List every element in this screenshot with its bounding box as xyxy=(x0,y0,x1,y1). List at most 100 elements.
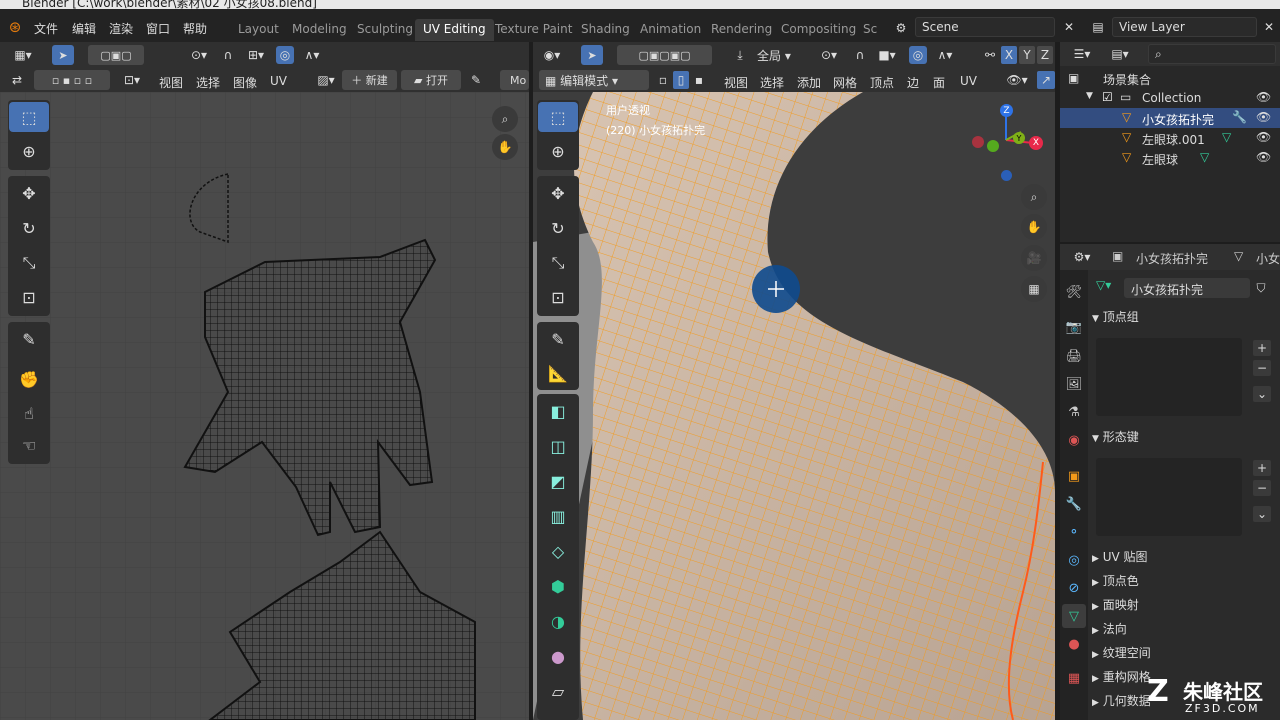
tab-rendering[interactable]: Rendering xyxy=(703,19,780,41)
pinch-tool-icon[interactable]: ☜ xyxy=(9,430,49,460)
modifier-tab-icon[interactable]: 🔧 xyxy=(1062,492,1086,516)
expand-arrow-icon[interactable]: ▼ xyxy=(1086,91,1093,101)
tab-sculpting[interactable]: Sculpting xyxy=(349,19,421,41)
close-scene-icon[interactable]: ✕ xyxy=(1060,18,1078,36)
snap-target-icon[interactable]: ⊞▾ xyxy=(242,46,270,64)
outliner-search[interactable]: ⌕ xyxy=(1148,44,1276,64)
viewport-select-tool-icon[interactable]: ⬚ xyxy=(538,102,578,132)
menu-edit[interactable]: 编辑 xyxy=(72,20,96,37)
select-tool-icon[interactable]: ⬚ xyxy=(9,102,49,132)
knife-tool-icon[interactable]: ◇ xyxy=(538,536,578,566)
object-tab-icon[interactable]: ▣ xyxy=(1062,464,1086,488)
object-2-visibility-icon[interactable]: 👁 xyxy=(1256,130,1271,144)
viewport-transform-tool-icon[interactable]: ⊡ xyxy=(538,282,578,312)
viewport-menu-add[interactable]: 添加 xyxy=(797,74,821,91)
uv-canvas[interactable]: ⌕ ✋ ⬚ ⊕ ✥ ↻ ⤡ ⊡ ✎ ✊ ☝ ☜ xyxy=(0,92,529,720)
viewport-pivot-icon[interactable]: ⊙▾ xyxy=(815,46,843,64)
viewport-select-button[interactable]: ➤ xyxy=(581,45,603,65)
transform-orientation-icon[interactable]: ⤓ xyxy=(731,46,749,64)
edge-select-icon[interactable]: ▯ xyxy=(673,71,689,89)
output-tab-icon[interactable]: 🖨 xyxy=(1062,344,1086,368)
inset-tool-icon[interactable]: ◫ xyxy=(538,431,578,461)
rotate-tool-icon[interactable]: ↻ xyxy=(9,213,49,243)
tab-layout[interactable]: Layout xyxy=(230,19,287,41)
viewport-menu-view[interactable]: 视图 xyxy=(724,74,748,91)
tab-uv-editing[interactable]: UV Editing xyxy=(415,19,494,41)
tab-texture-paint[interactable]: Texture Paint xyxy=(487,19,580,41)
properties-editor-type-icon[interactable]: ⚙▾ xyxy=(1068,248,1096,266)
annotate-tool-icon[interactable]: ✎ xyxy=(9,324,49,354)
extrude-tool-icon[interactable]: ◧ xyxy=(538,396,578,426)
select-mode-button[interactable]: ➤ xyxy=(52,45,74,65)
uv-menu-select[interactable]: 选择 xyxy=(196,74,220,91)
grab-tool-icon[interactable]: ✊ xyxy=(9,364,49,394)
viewport-menu-select[interactable]: 选择 xyxy=(760,74,784,91)
close-view-layer-icon[interactable]: ✕ xyxy=(1260,18,1278,36)
proportional-edit-icon[interactable]: ◎ xyxy=(276,46,294,64)
image-browse-icon[interactable]: ▨▾ xyxy=(312,71,340,89)
viewport-scale-tool-icon[interactable]: ⤡ xyxy=(538,248,578,278)
display-mode-icon[interactable]: ▤▾ xyxy=(1106,45,1134,63)
gizmo-neg-z-icon[interactable] xyxy=(1001,170,1012,181)
scene-field[interactable]: Scene xyxy=(915,17,1055,37)
uv-select-mode-icon[interactable]: ▫ ▪ ▫ ▫ xyxy=(34,70,110,90)
axis-z-toggle[interactable]: Z xyxy=(1037,46,1053,64)
vertex-select-icon[interactable]: ▫ xyxy=(655,71,671,89)
camera-view-icon[interactable]: 🎥 xyxy=(1021,245,1047,271)
tab-compositing[interactable]: Compositing xyxy=(773,19,864,41)
menu-help[interactable]: 帮助 xyxy=(183,20,207,37)
panel-shape-keys[interactable]: ▼ 形态键 xyxy=(1092,428,1272,448)
world-tab-icon[interactable]: ◉ xyxy=(1062,428,1086,452)
poly-build-tool-icon[interactable]: ⬢ xyxy=(538,571,578,601)
new-image-button[interactable]: ＋ 新建 xyxy=(342,70,397,90)
viewport-pan-icon[interactable]: ✋ xyxy=(1021,214,1047,240)
viewport-move-tool-icon[interactable]: ✥ xyxy=(538,178,578,208)
checkbox-icon[interactable]: ☑ xyxy=(1102,90,1113,104)
viewport-proportional-icon[interactable]: ◎ xyxy=(909,46,927,64)
visibility-icon[interactable]: 👁▾ xyxy=(1003,71,1031,89)
mesh-data-icon[interactable]: ▽ xyxy=(1200,150,1209,164)
viewport-editor-type-icon[interactable]: ◉▾ xyxy=(537,45,567,65)
pin-icon[interactable]: ✎ xyxy=(467,71,485,89)
uv-menu-view[interactable]: 视图 xyxy=(159,74,183,91)
add-vertex-group-button[interactable]: + xyxy=(1253,340,1271,356)
pan-hand-icon[interactable]: ✋ xyxy=(492,134,518,160)
object-3-visibility-icon[interactable]: 👁 xyxy=(1256,150,1271,164)
open-image-button[interactable]: ▰ 打开 xyxy=(401,70,461,90)
viewport-annotate-tool-icon[interactable]: ✎ xyxy=(538,324,578,354)
outliner-collection[interactable]: ▼ ☑ ▭ Collection 👁 xyxy=(1060,88,1280,108)
gizmo-neg-y-icon[interactable] xyxy=(987,140,999,152)
fake-user-shield-icon[interactable]: ⛉ xyxy=(1253,280,1269,296)
zoom-icon[interactable]: ⌕ xyxy=(492,106,518,132)
vertex-group-menu-icon[interactable]: ⌄ xyxy=(1253,386,1271,402)
axis-y-toggle[interactable]: Y xyxy=(1019,46,1035,64)
viewport-menu-edge[interactable]: 边 xyxy=(907,74,919,91)
tab-animation[interactable]: Animation xyxy=(632,19,709,41)
shape-key-menu-icon[interactable]: ⌄ xyxy=(1253,506,1271,522)
add-shape-key-button[interactable]: + xyxy=(1253,460,1271,476)
material-tab-icon[interactable]: ● xyxy=(1062,632,1086,656)
move-tool-icon[interactable]: ✥ xyxy=(9,178,49,208)
viewport-snap-target-icon[interactable]: ■▾ xyxy=(873,46,901,64)
axis-x-toggle[interactable]: X xyxy=(1001,46,1017,64)
tool-tab-icon[interactable]: 🛠 xyxy=(1062,280,1086,304)
outliner-editor-type-icon[interactable]: ☰▾ xyxy=(1068,45,1096,63)
pivot-icon[interactable]: ⊙▾ xyxy=(184,46,214,64)
sticky-select-icon[interactable]: ⊡▾ xyxy=(118,71,146,89)
cursor-tool-icon[interactable]: ⊕ xyxy=(9,136,49,166)
menu-render[interactable]: 渲染 xyxy=(109,20,133,37)
uv-mode-dropdown[interactable]: Mo xyxy=(500,70,529,90)
panel-vertex-colors[interactable]: ▶ 顶点色 xyxy=(1092,572,1272,592)
viewport-falloff-icon[interactable]: ∧▾ xyxy=(931,46,959,64)
gizmo-toggle-icon[interactable]: ↗ xyxy=(1037,71,1055,89)
panel-face-maps[interactable]: ▶ 面映射 xyxy=(1092,596,1272,616)
orientation-dropdown[interactable]: 全局 ▾ xyxy=(751,45,809,65)
view-layer-icon[interactable]: ▤ xyxy=(1086,18,1110,36)
relax-tool-icon[interactable]: ☝ xyxy=(9,398,49,428)
mesh-name-field[interactable]: 小女孩拓扑完 xyxy=(1124,278,1250,298)
bevel-tool-icon[interactable]: ◩ xyxy=(538,466,578,496)
mesh-data-tab-icon[interactable]: ▽ xyxy=(1062,604,1086,628)
viewport-cursor-tool-icon[interactable]: ⊕ xyxy=(538,136,578,166)
blender-logo-icon[interactable]: ⊛ xyxy=(6,18,24,36)
panel-vertex-groups[interactable]: ▼ 顶点组 xyxy=(1092,308,1272,328)
